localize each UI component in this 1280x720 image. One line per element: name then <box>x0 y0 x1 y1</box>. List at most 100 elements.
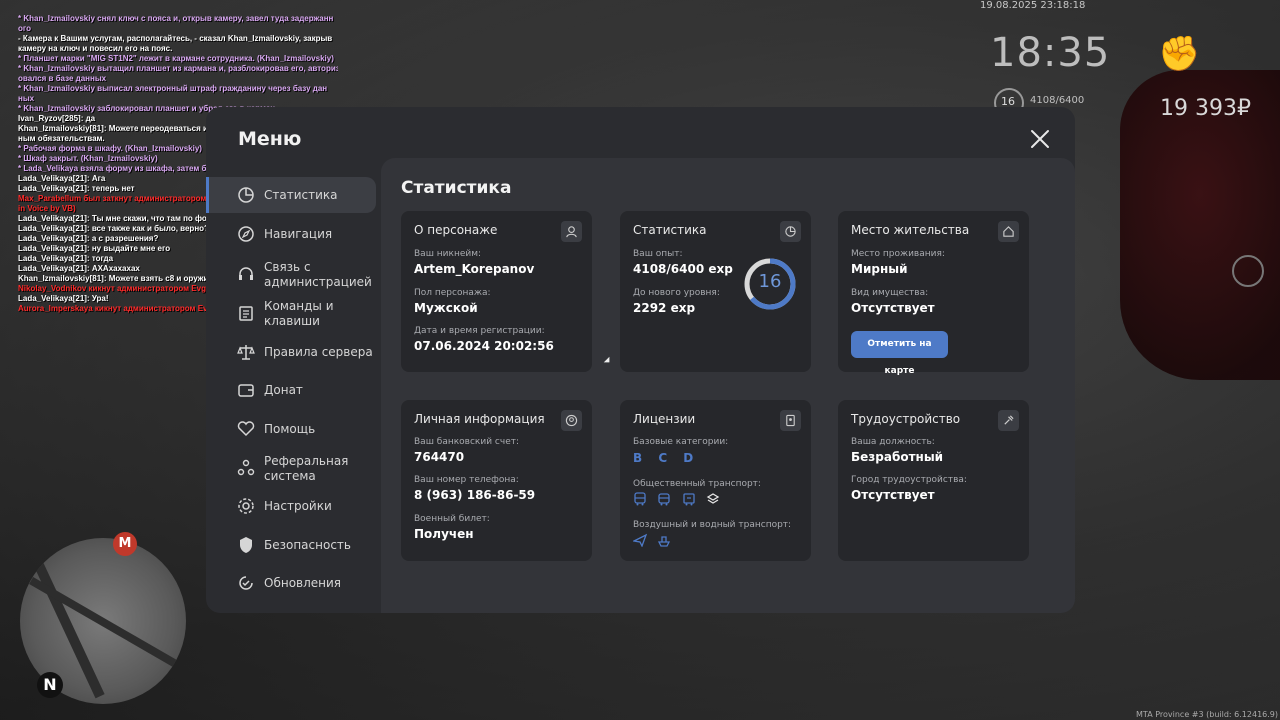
referral-icon <box>237 459 255 476</box>
phone-value: 8 (963) 186-86-59 <box>414 488 536 502</box>
sidebar-item-label: Настройки <box>264 499 332 513</box>
nickname-value: Artem_Korepanov <box>414 262 535 276</box>
sidebar-item-referral[interactable]: Реферальная система <box>206 450 376 486</box>
hud-datetime: 19.08.2025 23:18:18 <box>980 0 1086 11</box>
id-card-icon <box>780 410 801 431</box>
sidebar-item-commands[interactable]: Команды и клавиши <box>206 295 376 331</box>
sidebar-item-settings[interactable]: Настройки <box>206 488 376 524</box>
boat-icon <box>657 536 671 547</box>
residence-value: Мирный <box>851 262 908 276</box>
property-value: Отсутствует <box>851 301 935 315</box>
fist-icon: ✊ <box>1158 34 1201 74</box>
field-label: Ваш никнейм: <box>414 249 482 259</box>
sidebar-item-label: Правила сервера <box>264 345 373 359</box>
public-transport-icons <box>633 492 753 508</box>
car-emblem <box>1232 255 1264 287</box>
registration-value: 07.06.2024 20:02:56 <box>414 339 554 353</box>
card-title: О персонаже <box>414 223 498 237</box>
card-title: Статистика <box>633 223 707 237</box>
chat-line: ных <box>18 94 35 103</box>
chat-line: * Khan_Izmailovskiy вытащил планшет из к… <box>18 64 338 73</box>
pie-chart-icon <box>780 221 801 242</box>
field-label: Воздушный и водный транспорт: <box>633 520 792 530</box>
sidebar-item-label: Помощь <box>264 422 316 436</box>
card-title: Место жительства <box>851 223 970 237</box>
sidebar-item-updates[interactable]: Обновления <box>206 565 376 601</box>
tram-icon <box>683 493 695 506</box>
field-label: Место проживания: <box>851 249 945 259</box>
license-categories: B C D <box>633 451 700 465</box>
field-label: Ваш банковский счет: <box>414 437 520 447</box>
shield-icon <box>240 537 252 553</box>
field-label: Ваш опыт: <box>633 249 683 259</box>
employment-city-value: Отсутствует <box>851 488 935 502</box>
sidebar-item-security[interactable]: Безопасность <box>206 527 376 563</box>
compass-icon <box>238 226 254 242</box>
hud-clock: 18:35 <box>990 30 1111 76</box>
gender-value: Мужской <box>414 301 478 315</box>
chat-line: ого <box>18 24 31 33</box>
sidebar-item-label: Безопасность <box>264 538 351 552</box>
sidebar-item-help[interactable]: Помощь <box>206 411 376 447</box>
wallet-icon <box>238 384 254 397</box>
level-value: 16 <box>758 271 782 292</box>
sidebar-item-admin-contact[interactable]: Связь с администрацией <box>206 256 376 292</box>
user-icon <box>561 221 582 242</box>
close-icon[interactable] <box>1028 127 1052 151</box>
heart-handshake-icon <box>237 421 255 437</box>
build-info: MTA Province #3 (build: 6.12416.9) <box>1136 710 1278 719</box>
card-character: О персонаже Ваш никнейм: Artem_Korepanov… <box>401 211 592 372</box>
field-label: Пол персонажа: <box>414 288 491 298</box>
chat-line: * Khan_Izmailovskiy снял ключ с пояса и,… <box>18 14 334 23</box>
card-title: Личная информация <box>414 412 545 426</box>
card-residence: Место жительства Место проживания: Мирны… <box>838 211 1029 376</box>
bus-icon <box>634 492 646 506</box>
air-water-transport-icons <box>633 533 693 549</box>
plane-icon <box>633 533 647 547</box>
sidebar-item-label: Связь с администрацией <box>264 260 372 289</box>
home-icon <box>998 221 1019 242</box>
field-label: Город трудоустройства: <box>851 475 967 485</box>
trolleybus-icon <box>658 493 670 506</box>
sidebar-item-label: Донат <box>264 383 303 397</box>
scales-icon <box>237 345 255 360</box>
next-level-value: 2292 exp <box>633 301 696 315</box>
pie-chart-icon <box>238 187 254 203</box>
sidebar-item-donate[interactable]: Донат <box>206 372 376 408</box>
field-label: Базовые категории: <box>633 437 729 447</box>
refresh-check-icon <box>239 576 253 590</box>
menu-title: Меню <box>238 128 302 150</box>
exp-value: 4108/6400 exp <box>633 262 733 276</box>
field-label: Дата и время регистрации: <box>414 326 545 336</box>
sidebar-item-label: Статистика <box>264 188 338 202</box>
metro-icon: M <box>113 532 137 556</box>
sidebar-item-statistics[interactable]: Статистика <box>206 177 376 213</box>
sidebar-item-rules[interactable]: Правила сервера <box>206 334 376 370</box>
card-licenses: Лицензии Базовые категории: B C D Общест… <box>620 400 811 561</box>
gear-icon <box>238 498 254 514</box>
keyboard-icon <box>239 306 253 321</box>
headset-icon <box>239 267 253 280</box>
taxi-icon <box>706 493 720 504</box>
sidebar-item-label: Навигация <box>264 227 333 241</box>
card-statistics: Статистика Ваш опыт: 4108/6400 exp До но… <box>620 211 811 372</box>
chat-line: - Камера к Вашим услугам, располагайтесь… <box>18 34 333 43</box>
field-label: Военный билет: <box>414 514 490 524</box>
north-icon: N <box>37 672 63 698</box>
chat-line: * Khan_Izmailovskiy выписал электронный … <box>18 84 328 93</box>
user-circle-icon <box>561 410 582 431</box>
field-label: Общественный транспорт: <box>633 479 761 489</box>
show-on-map-button[interactable]: Отметить на карте <box>851 331 948 376</box>
sidebar-item-navigation[interactable]: Навигация <box>206 216 376 252</box>
hud-money: 19 393₽ <box>1160 96 1251 121</box>
bank-value: 764470 <box>414 450 465 464</box>
minimap-road <box>29 577 177 667</box>
field-label: Ваша должность: <box>851 437 935 447</box>
card-title: Лицензии <box>633 412 696 426</box>
card-personal-info: Личная информация Ваш банковский счет: 7… <box>401 400 592 561</box>
card-employment: Трудоустройство Ваша должность: Безработ… <box>838 400 1029 561</box>
sidebar-item-label: Команды и клавиши <box>264 299 334 328</box>
section-title: Статистика <box>401 178 512 198</box>
card-title: Трудоустройство <box>851 412 961 426</box>
field-label: Ваш номер телефона: <box>414 475 519 485</box>
